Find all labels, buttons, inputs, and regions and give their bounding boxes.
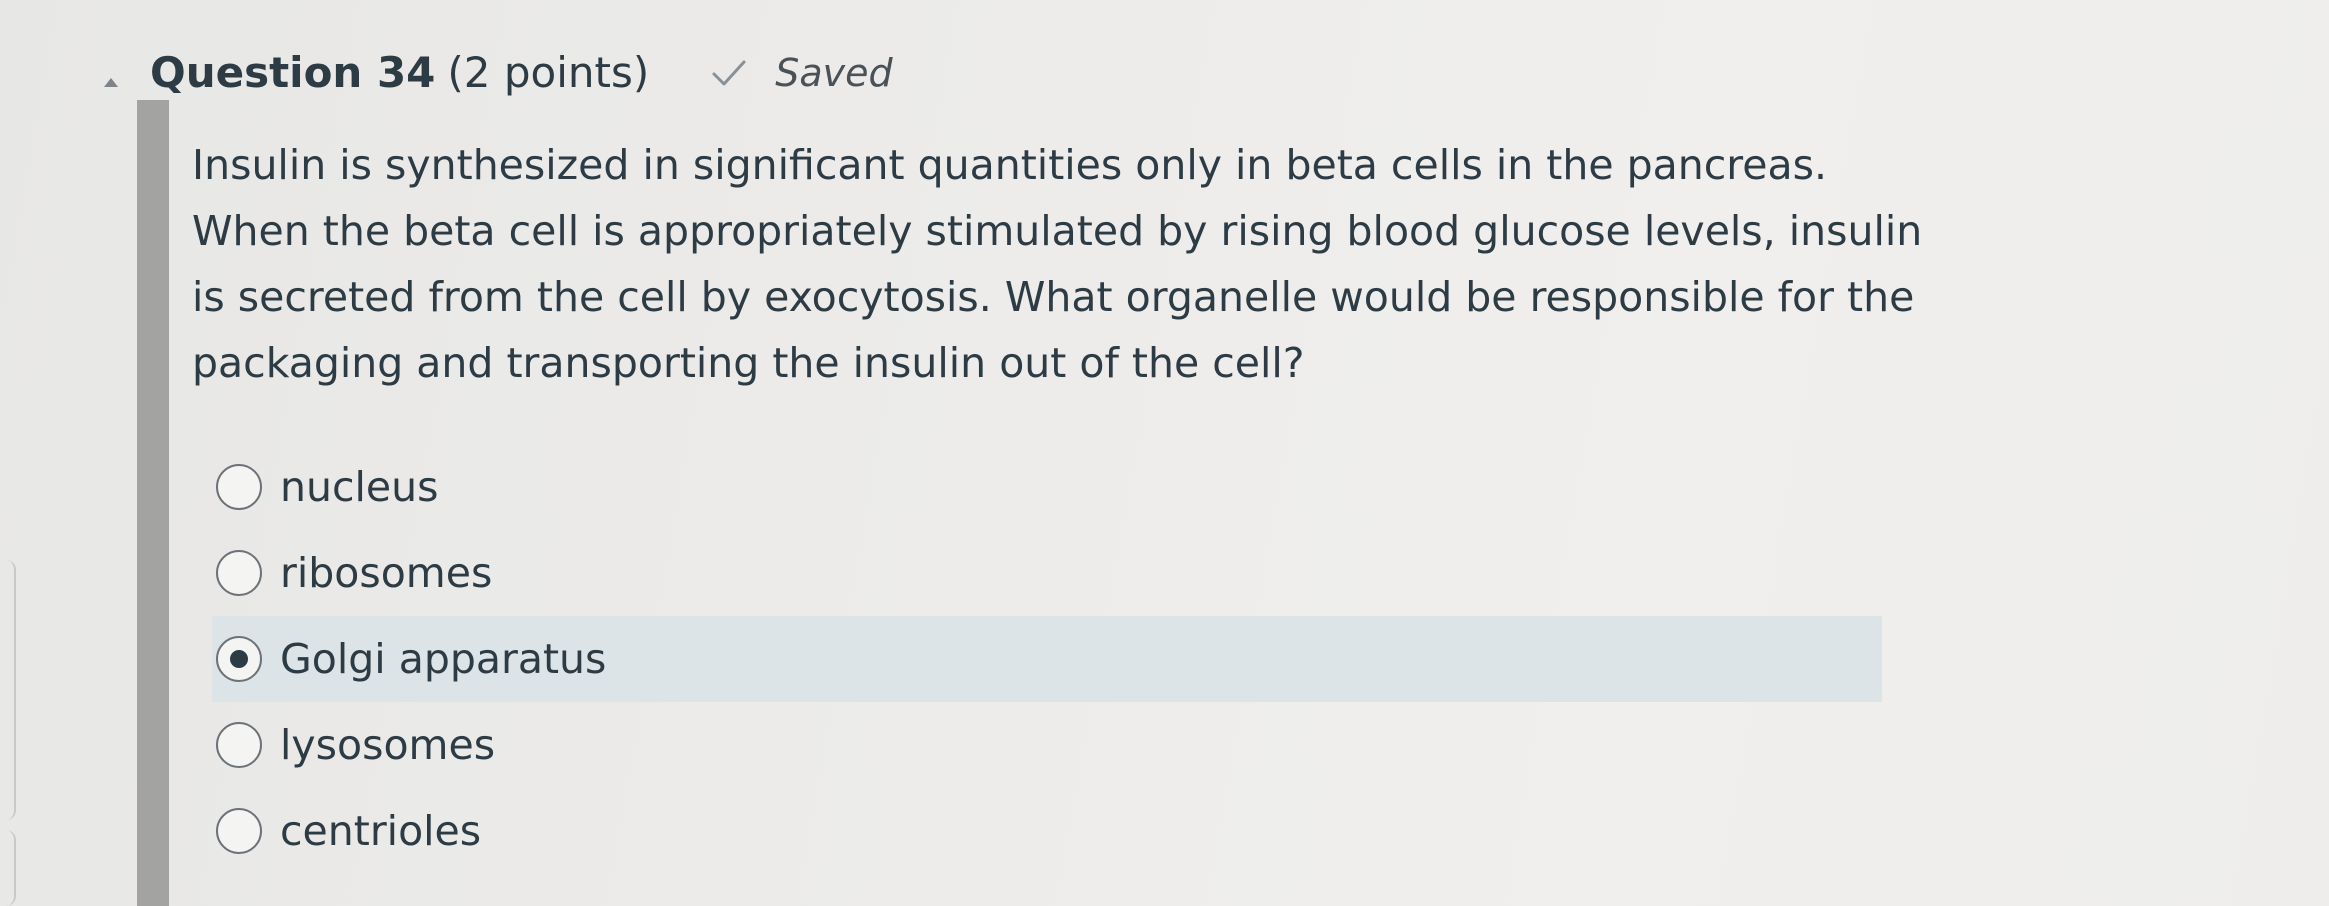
checkmark-icon xyxy=(712,60,746,85)
page-edge-panel xyxy=(0,560,16,820)
answer-option-golgi-apparatus[interactable]: Golgi apparatus xyxy=(212,616,1882,702)
radio-button[interactable] xyxy=(216,722,262,768)
radio-button[interactable] xyxy=(216,464,262,510)
question-accent-bar xyxy=(137,100,169,906)
answer-label: nucleus xyxy=(280,463,439,511)
answer-label: lysosomes xyxy=(280,721,496,769)
answer-option-lysosomes[interactable]: lysosomes xyxy=(212,702,1882,788)
page-edge-panel-lower xyxy=(0,830,16,906)
radio-button-selected[interactable] xyxy=(216,636,262,682)
answer-label: centrioles xyxy=(280,807,482,855)
saved-status-text: Saved xyxy=(775,50,893,95)
answer-label: ribosomes xyxy=(280,549,493,597)
question-title: Question 34 xyxy=(150,48,436,97)
question-header: Question 34 (2 points) Saved xyxy=(150,48,893,97)
radio-button[interactable] xyxy=(216,550,262,596)
question-text: Insulin is synthesized in significant qu… xyxy=(192,141,1923,387)
saved-status: Saved xyxy=(711,50,893,95)
radio-button[interactable] xyxy=(216,808,262,854)
question-points: (2 points) xyxy=(447,48,650,97)
answer-label: Golgi apparatus xyxy=(280,635,607,683)
answer-list: nucleus ribosomes Golgi apparatus lysoso… xyxy=(212,444,1882,874)
answer-option-ribosomes[interactable]: ribosomes xyxy=(212,530,1882,616)
answer-option-centrioles[interactable]: centrioles xyxy=(212,788,1882,874)
radio-selected-dot xyxy=(230,650,248,668)
collapse-caret-up-icon[interactable] xyxy=(104,78,118,87)
answer-option-nucleus[interactable]: nucleus xyxy=(212,444,1882,530)
